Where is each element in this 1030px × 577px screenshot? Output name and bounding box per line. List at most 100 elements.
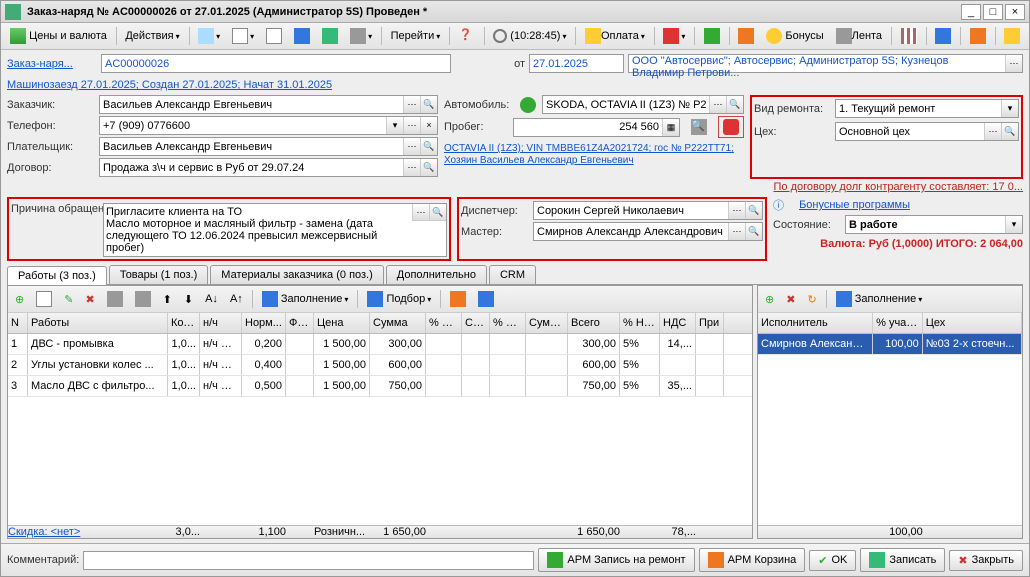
calc-icon[interactable]: ▦ [662,119,679,136]
car-field[interactable]: ⋯🔍 [542,95,744,114]
car-info-link[interactable]: OCTAVIA II (1Z3); VIN TMBBE61Z4A2021724;… [444,143,734,166]
fill-menu[interactable]: Заполнение [257,288,354,310]
sort-desc-button[interactable]: A↑ [225,290,248,308]
tb-btn-8[interactable] [733,25,759,47]
works-col-header[interactable]: Работы [28,313,168,333]
perf-add-button[interactable]: ⊕ [760,290,779,309]
doc-date-field[interactable]: 📅 [529,54,624,73]
contract-field[interactable]: ⋯🔍 [99,158,438,177]
tb-btn-12[interactable] [999,25,1025,47]
bonus-programs-link[interactable]: Бонусные программы [799,199,910,211]
tb-btn-5[interactable] [345,25,377,47]
sort-asc-button[interactable]: A↓ [200,290,223,308]
works-col-header[interactable]: НДС [660,313,696,333]
table-row[interactable]: Смирнов Александр...100,00№03 2-х стоечн… [758,334,1022,355]
tb-btn-3[interactable] [261,25,287,47]
add-row-button[interactable]: ⊕ [10,290,29,309]
works-col-header[interactable]: Кол... [168,313,200,333]
works-col-header[interactable]: Всего [568,313,620,333]
payer-field[interactable]: ⋯🔍 [99,137,438,156]
debt-link[interactable]: По договору долг контрагенту составляет:… [774,181,1023,193]
actions-menu[interactable]: Действия [120,27,184,45]
goto-menu[interactable]: Перейти [386,27,446,45]
tab-crm[interactable]: CRM [489,265,536,284]
tb-b[interactable] [130,288,156,310]
tb-d[interactable] [473,288,499,310]
close-button[interactable]: × [1005,4,1025,20]
tab-goods[interactable]: Товары (1 поз.) [109,265,208,284]
table-row[interactable]: 1ДВС - промывка1,0...н/ч 150...0,2001 50… [8,334,752,355]
delete-row-button[interactable]: ✖ [80,290,99,309]
payment-button[interactable]: Оплата [580,25,650,47]
customer-field[interactable]: ⋯🔍 [99,95,438,114]
tb-btn-6[interactable] [658,25,690,47]
arm-repair-button[interactable]: АРМ Запись на ремонт [538,548,694,572]
status-link[interactable]: Машинозаезд 27.01.2025; Создан 27.01.202… [7,79,332,91]
tab-materials[interactable]: Материалы заказчика (0 поз.) [210,265,384,284]
maximize-button[interactable]: □ [983,4,1003,20]
perf-refresh-button[interactable]: ↻ [802,290,821,309]
clear-icon[interactable]: × [420,117,437,134]
works-col-header[interactable]: % НДС [620,313,660,333]
select-menu[interactable]: Подбор [362,288,436,310]
perf-col-header[interactable]: Исполнитель [758,313,873,333]
ok-button[interactable]: ✔OK [809,550,856,571]
comment-field[interactable] [83,551,534,570]
perf-col-header[interactable]: Цех [923,313,1022,333]
works-col-header[interactable]: Сумма [370,313,426,333]
works-col-header[interactable]: % ск... [490,313,526,333]
doc-type-link[interactable]: Заказ-наря... [7,58,97,70]
mileage-history-button[interactable]: 🔍 [686,116,712,138]
feed-button[interactable]: Лента [831,25,887,47]
tb-c[interactable] [445,288,471,310]
bonuses-button[interactable]: Бонусы [761,25,828,47]
tb-btn-4[interactable] [289,25,315,47]
table-row[interactable]: 3Масло ДВС с фильтро...1,0...н/ч 150...0… [8,376,752,397]
tab-extra[interactable]: Дополнительно [386,265,487,284]
tb-btn-2[interactable] [227,25,259,47]
tb-btn-1[interactable] [193,25,225,47]
mileage-field[interactable]: ▦ [513,118,680,137]
works-col-header[interactable]: н/ч [200,313,242,333]
tb-btn-10[interactable] [930,25,956,47]
phone-field[interactable]: ▾⋯× [99,116,438,135]
tb-btn-11[interactable] [965,25,991,47]
table-row[interactable]: 2Углы установки колес ...1,0...н/ч 150..… [8,355,752,376]
tb-a[interactable] [102,288,128,310]
search-icon[interactable]: 🔍 [420,96,437,113]
works-col-header[interactable]: % ск... [426,313,462,333]
tab-works[interactable]: Работы (3 поз.) [7,266,107,285]
perf-col-header[interactable]: % учас... [873,313,923,333]
save-button[interactable] [317,25,343,47]
reason-field[interactable]: Пригласите клиента на ТО Масло моторное … [103,203,447,257]
tb-btn-9[interactable] [896,25,922,47]
dispatcher-field[interactable]: ⋯🔍 [533,201,763,220]
help-button[interactable]: ❓ [454,25,480,47]
works-col-header[interactable]: Цена [314,313,370,333]
edit-row-button[interactable]: ✎ [59,290,78,309]
state-field[interactable]: ▾ [845,215,1023,234]
repair-type-field[interactable]: ▾ [835,99,1019,118]
perf-fill-menu[interactable]: Заполнение [831,288,928,310]
tb-btn-7[interactable] [699,25,725,47]
doc-number-field[interactable] [101,54,451,73]
write-button[interactable]: Записать [860,548,945,572]
dropdown-icon[interactable]: ▾ [386,117,403,134]
works-col-header[interactable]: Норм... [242,313,286,333]
shop-field[interactable]: ⋯🔍 [835,122,1019,141]
close-doc-button[interactable]: ✖Закрыть [949,550,1023,571]
clock-button[interactable]: (10:28:45) [488,26,571,46]
master-field[interactable]: ⋯🔍 [533,222,763,241]
works-col-header[interactable]: Сумм... [526,313,568,333]
mileage-warn-button[interactable] [718,116,744,138]
arm-cart-button[interactable]: АРМ Корзина [699,548,806,572]
move-up-button[interactable]: ⬆ [158,290,177,309]
works-col-header[interactable]: Фи... [286,313,314,333]
copy-row-button[interactable] [31,288,57,310]
move-down-button[interactable]: ⬇ [179,290,198,309]
works-col-header[interactable]: Ск... [462,313,490,333]
works-col-header[interactable]: N [8,313,28,333]
prices-button[interactable]: Цены и валюта [5,25,112,47]
perf-del-button[interactable]: ✖ [781,290,800,309]
minimize-button[interactable]: _ [961,4,981,20]
